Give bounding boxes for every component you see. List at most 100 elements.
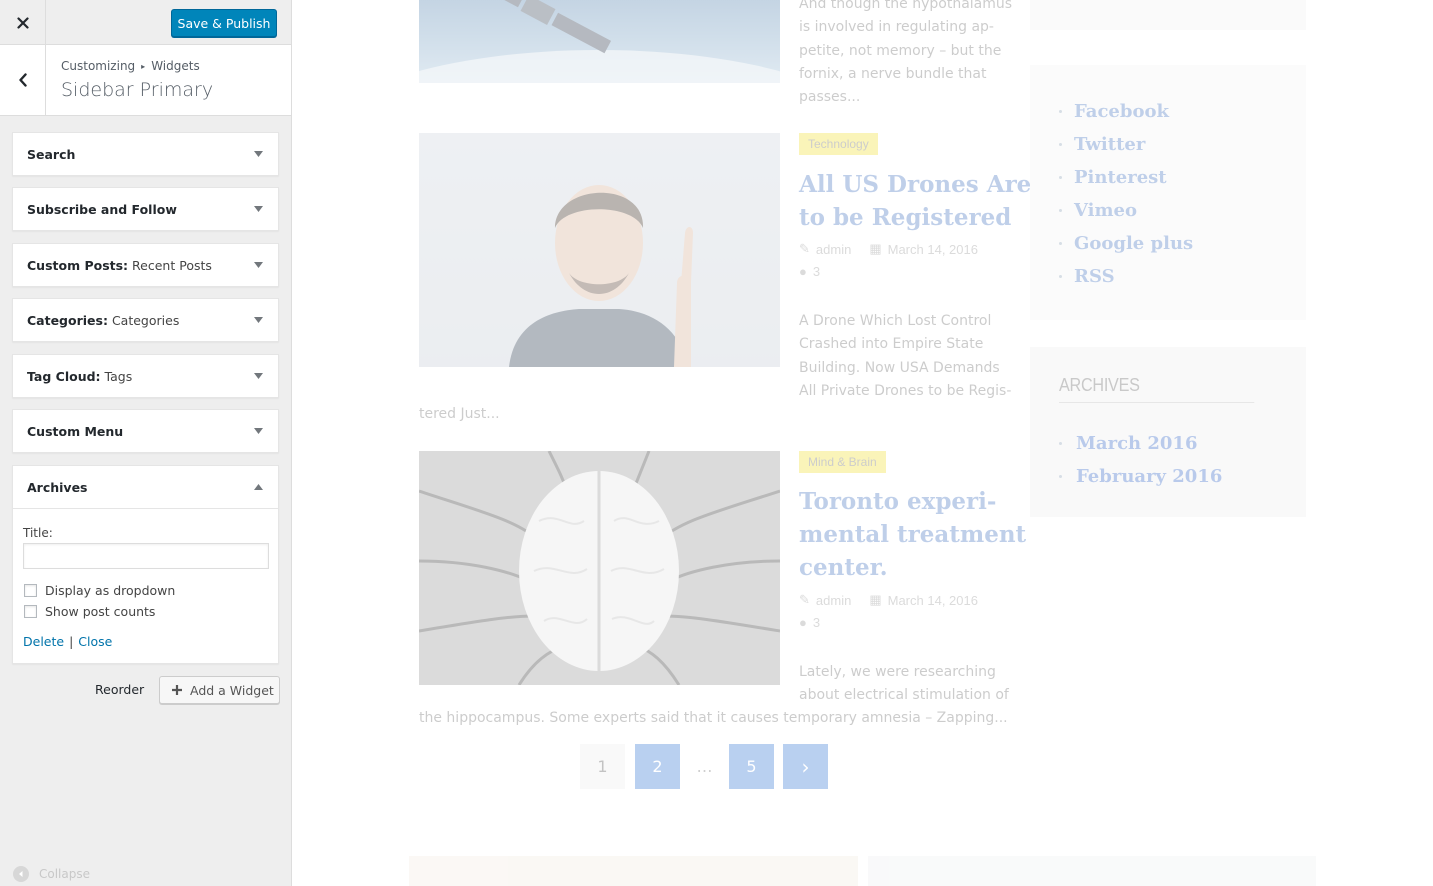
post-excerpt: A Drone Which Lost Control Crashed into …	[799, 313, 1012, 399]
post-counts-option-row: Show post counts	[24, 604, 155, 619]
save-publish-button[interactable]: Save & Publish	[171, 9, 277, 37]
post-title[interactable]: All US Drones Are to be Registered	[799, 168, 1031, 234]
widget-title: Custom Menu	[27, 424, 124, 439]
post-comments[interactable]: ● 3	[799, 264, 820, 279]
page-1-button[interactable]: 1	[580, 744, 625, 789]
widget-instance-title: Tags	[104, 369, 133, 384]
widget-custom-menu[interactable]: Custom Menu	[12, 409, 279, 453]
sidebar-social-links: Facebook Twitter Pinterest Vimeo Google …	[1030, 65, 1306, 320]
widget-custom-posts[interactable]: Custom Posts: Recent Posts	[12, 243, 279, 287]
sidebar-archives-widget: ARCHIVES March 2016 February 2016	[1030, 347, 1306, 517]
sidebar-widget-top	[1030, 0, 1306, 30]
satellite-illustration	[419, 0, 780, 83]
close-icon	[16, 16, 29, 29]
title-field-input[interactable]	[23, 543, 269, 569]
close-widget-link[interactable]: Close	[78, 634, 112, 649]
widget-title: Subscribe and Follow	[27, 202, 177, 217]
caret-down-icon[interactable]	[252, 148, 264, 160]
caret-down-icon[interactable]	[252, 314, 264, 326]
next-page-button[interactable]: ›	[783, 744, 828, 789]
collapse-button[interactable]: Collapse	[13, 866, 90, 882]
customizer-panel: Save & Publish Customizing ▸ Widgets Sid…	[0, 0, 292, 886]
widget-title: Archives	[27, 480, 88, 495]
reorder-link[interactable]: Reorder	[95, 682, 144, 697]
widget-subscribe-follow[interactable]: Subscribe and Follow	[12, 187, 279, 231]
social-link-vimeo[interactable]: Vimeo	[1059, 200, 1137, 221]
calendar-icon: ▦	[869, 592, 882, 607]
panel-header: Save & Publish	[0, 0, 291, 45]
display-dropdown-label: Display as dropdown	[45, 583, 176, 598]
collapse-arrow-icon	[13, 866, 29, 882]
widget-title: Categories:	[27, 313, 108, 328]
man-photo-illustration	[509, 185, 693, 367]
category-tag-mind-brain[interactable]: Mind & Brain	[799, 451, 886, 473]
social-link-pinterest[interactable]: Pinterest	[1059, 167, 1167, 188]
widget-actions: Delete | Close	[23, 634, 112, 649]
delete-widget-link[interactable]: Delete	[23, 634, 64, 649]
post-meta: ✎ admin ▦ March 14, 2016	[799, 592, 978, 608]
post-comments[interactable]: ● 3	[799, 615, 820, 630]
post-image-satellite[interactable]	[419, 0, 780, 83]
widget-archives: Archives Title: Display as dropdown Show…	[12, 465, 279, 664]
social-link-rss[interactable]: RSS	[1059, 266, 1115, 287]
chevron-left-icon	[18, 73, 27, 87]
show-post-counts-checkbox[interactable]	[24, 605, 37, 618]
post-excerpt-tail: tered Just...	[419, 406, 500, 422]
archive-link-march-2016[interactable]: March 2016	[1059, 433, 1197, 454]
post-image-man[interactable]	[419, 133, 780, 367]
display-dropdown-checkbox[interactable]	[24, 584, 37, 597]
caret-up-icon[interactable]	[252, 481, 264, 493]
widget-categories[interactable]: Categories: Categories	[12, 298, 279, 342]
post-title[interactable]: Toronto experi- mental treatment center.	[799, 485, 1026, 584]
dropdown-option-row: Display as dropdown	[24, 583, 175, 598]
widget-title: Search	[27, 147, 76, 162]
footer-image-right	[868, 856, 1316, 886]
comment-icon: ●	[799, 615, 807, 630]
widget-title: Tag Cloud:	[27, 369, 101, 384]
social-link-facebook[interactable]: Facebook	[1059, 101, 1169, 122]
category-tag-technology[interactable]: Technology	[799, 133, 878, 155]
post-author[interactable]: admin	[816, 593, 851, 608]
pencil-icon: ✎	[799, 592, 810, 607]
section-title: Sidebar Primary	[61, 79, 214, 101]
title-field-label: Title:	[23, 526, 53, 540]
social-link-twitter[interactable]: Twitter	[1059, 134, 1145, 155]
caret-down-icon[interactable]	[252, 259, 264, 271]
breadcrumb-customizing: Customizing	[61, 59, 136, 73]
comment-count: 3	[812, 264, 821, 279]
widget-search[interactable]: Search	[12, 132, 279, 176]
widget-title: Custom Posts:	[27, 258, 129, 273]
pagination-ellipsis: …	[696, 757, 713, 776]
caret-down-icon[interactable]	[252, 203, 264, 215]
brain-illustration	[419, 451, 780, 685]
post-meta: ✎ admin ▦ March 14, 2016	[799, 241, 978, 257]
post-image-brain[interactable]	[419, 451, 780, 685]
close-customizer-button[interactable]	[0, 0, 46, 45]
archives-heading: ARCHIVES	[1059, 375, 1255, 403]
page-2-current[interactable]: 2	[635, 744, 680, 789]
link-separator: |	[69, 634, 74, 649]
social-link-google-plus[interactable]: Google plus	[1059, 233, 1193, 254]
post-author[interactable]: admin	[816, 242, 851, 257]
comment-count: 3	[812, 615, 821, 630]
widget-instance-title: Recent Posts	[132, 258, 212, 273]
widget-archives-header[interactable]: Archives	[13, 466, 278, 509]
page-5-button[interactable]: 5	[729, 744, 774, 789]
back-button[interactable]	[0, 45, 46, 115]
widget-tag-cloud[interactable]: Tag Cloud: Tags	[12, 354, 279, 398]
add-widget-label: Add a Widget	[190, 682, 274, 698]
show-post-counts-label: Show post counts	[45, 604, 156, 619]
widget-instance-title: Categories	[111, 313, 180, 328]
add-widget-button[interactable]: Add a Widget	[159, 676, 280, 704]
archive-link-february-2016[interactable]: February 2016	[1059, 466, 1222, 487]
breadcrumb-widgets: Widgets	[151, 59, 200, 73]
comment-icon: ●	[799, 264, 807, 279]
preview-content: And though the hypothalamus is involved …	[292, 0, 1433, 886]
caret-down-icon[interactable]	[252, 370, 264, 382]
post-excerpt-tail: the hippocampus. Some experts said that …	[419, 710, 1008, 726]
breadcrumb-separator: ▸	[141, 61, 146, 71]
caret-down-icon[interactable]	[252, 425, 264, 437]
calendar-icon: ▦	[869, 241, 882, 256]
collapse-label: Collapse	[39, 867, 90, 881]
post-excerpt: Lately, we were researching about electr…	[799, 664, 1009, 704]
